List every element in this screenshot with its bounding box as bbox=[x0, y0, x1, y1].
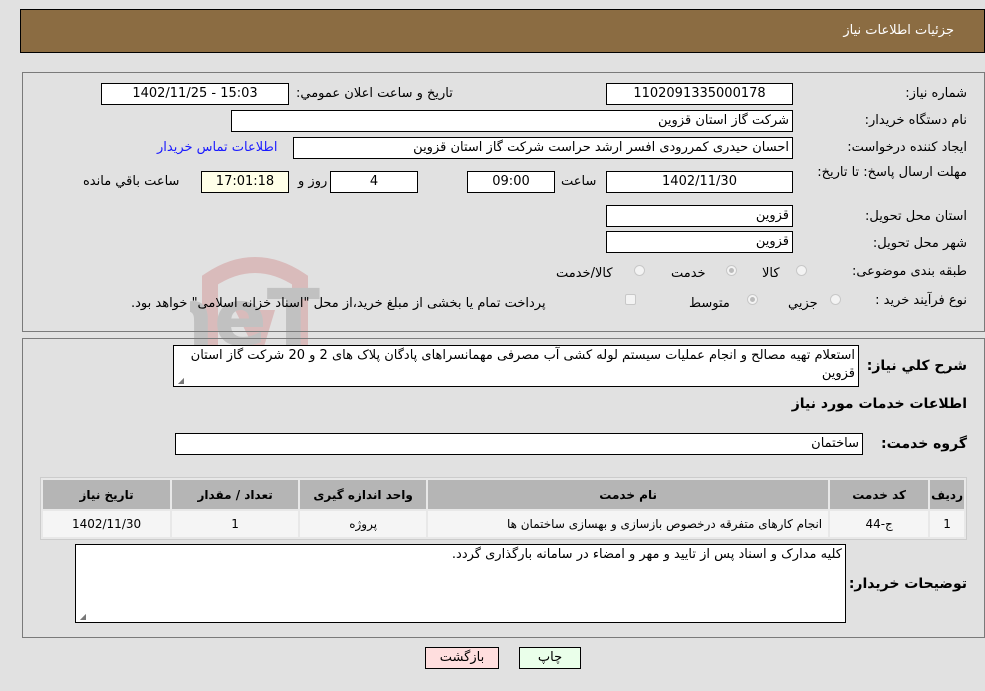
city-label: شهر محل تحويل: bbox=[872, 236, 967, 251]
buyer-notes-textarea[interactable]: کلیه مدارک و اسناد پس از تایید و مهر و ا… bbox=[75, 544, 846, 623]
cell-need-date: 1402/11/30 bbox=[43, 511, 171, 537]
category-option-service: خدمت bbox=[671, 266, 706, 281]
announce-date-label: تاريخ و ساعت اعلان عمومي: bbox=[296, 86, 453, 101]
remaining-label: ساعت باقي مانده bbox=[83, 174, 180, 189]
category-radio-service[interactable] bbox=[726, 265, 737, 276]
column-header-unit: واحد اندازه گيری bbox=[300, 480, 427, 509]
city-field: قزوين bbox=[606, 231, 793, 253]
resize-grip-icon[interactable]: ◢ bbox=[78, 613, 86, 621]
back-button[interactable]: بازگشت bbox=[425, 647, 499, 669]
process-radio-medium[interactable] bbox=[747, 294, 758, 305]
deadline-label: مهلت ارسال پاسخ: تا تاريخ: bbox=[817, 165, 967, 180]
time-remaining-field: 17:01:18 bbox=[201, 171, 289, 193]
days-remaining-field: 4 bbox=[330, 171, 418, 193]
buyer-notes-label: توضيحات خريدار: bbox=[848, 576, 967, 592]
column-header-service-code: كد خدمت bbox=[830, 480, 929, 509]
deadline-time-label: ساعت bbox=[561, 174, 597, 189]
category-label: طبقه بندی موضوعی: bbox=[851, 264, 967, 279]
cell-row-number: 1 bbox=[930, 511, 964, 537]
need-number-label: شماره نياز: bbox=[905, 86, 967, 101]
print-button[interactable]: چاپ bbox=[519, 647, 581, 669]
process-label: نوع فرآيند خريد : bbox=[875, 293, 967, 308]
category-radio-goods[interactable] bbox=[796, 265, 807, 276]
buyer-notes-text: کلیه مدارک و اسناد پس از تایید و مهر و ا… bbox=[451, 547, 842, 562]
process-option-medium: متوسط bbox=[689, 296, 730, 311]
column-header-need-date: تاريخ نياز bbox=[43, 480, 171, 509]
category-option-goods: کالا bbox=[762, 266, 780, 281]
services-table: رديف كد خدمت نام خدمت واحد اندازه گيری ت… bbox=[40, 477, 967, 540]
page-header: جزئيات اطلاعات نياز bbox=[20, 9, 985, 53]
need-number-field: 1102091335000178 bbox=[606, 83, 793, 105]
services-section-title: اطلاعات خدمات مورد نياز bbox=[791, 396, 967, 412]
column-header-quantity: تعداد / مقدار bbox=[172, 480, 299, 509]
treasury-checkbox[interactable] bbox=[625, 294, 636, 305]
table-header-row: رديف كد خدمت نام خدمت واحد اندازه گيری ت… bbox=[43, 480, 964, 509]
category-radio-goods-service[interactable] bbox=[634, 265, 645, 276]
table-row: 1 ج-44 انجام کارهای متفرقه درخصوص بازساز… bbox=[43, 511, 964, 537]
cell-quantity: 1 bbox=[172, 511, 299, 537]
announce-date-field: 1402/11/25 - 15:03 bbox=[101, 83, 289, 105]
creator-label: ايجاد کننده درخواست: bbox=[847, 140, 967, 155]
column-header-row-number: رديف bbox=[930, 480, 964, 509]
resize-grip-icon[interactable]: ◢ bbox=[176, 377, 184, 385]
description-label: شرح كلي نياز: bbox=[866, 358, 967, 374]
province-label: استان محل تحويل: bbox=[865, 209, 967, 224]
creator-field: احسان حیدری کمررودی افسر ارشد حراست شرکت… bbox=[293, 137, 793, 159]
cell-service-code: ج-44 bbox=[830, 511, 929, 537]
province-field: قزوين bbox=[606, 205, 793, 227]
treasury-note: پرداخت تمام يا بخشی از مبلغ خريد،از محل … bbox=[131, 296, 546, 311]
buyer-org-field: شرکت گاز استان قزوين bbox=[231, 110, 793, 132]
cell-service-name: انجام کارهای متفرقه درخصوص بازسازی و بهس… bbox=[428, 511, 829, 537]
process-option-minor: جزيي bbox=[788, 296, 818, 311]
service-group-label: گروه خدمت: bbox=[881, 436, 967, 452]
category-option-goods-service: کالا/خدمت bbox=[556, 266, 613, 281]
deadline-date-field: 1402/11/30 bbox=[606, 171, 793, 193]
page-title: جزئيات اطلاعات نياز bbox=[843, 23, 954, 38]
process-radio-minor[interactable] bbox=[830, 294, 841, 305]
deadline-time-field: 09:00 bbox=[467, 171, 555, 193]
service-group-field: ساختمان bbox=[175, 433, 863, 455]
description-textarea[interactable]: استعلام تهیه مصالح و انجام عملیات سیستم … bbox=[173, 345, 859, 387]
cell-unit: پروژه bbox=[300, 511, 427, 537]
buyer-org-label: نام دستگاه خريدار: bbox=[864, 113, 967, 128]
description-text: استعلام تهیه مصالح و انجام عملیات سیستم … bbox=[190, 348, 855, 381]
column-header-service-name: نام خدمت bbox=[428, 480, 829, 509]
days-label: روز و bbox=[298, 174, 328, 189]
buyer-contact-link[interactable]: اطلاعات تماس خريدار bbox=[157, 140, 277, 155]
